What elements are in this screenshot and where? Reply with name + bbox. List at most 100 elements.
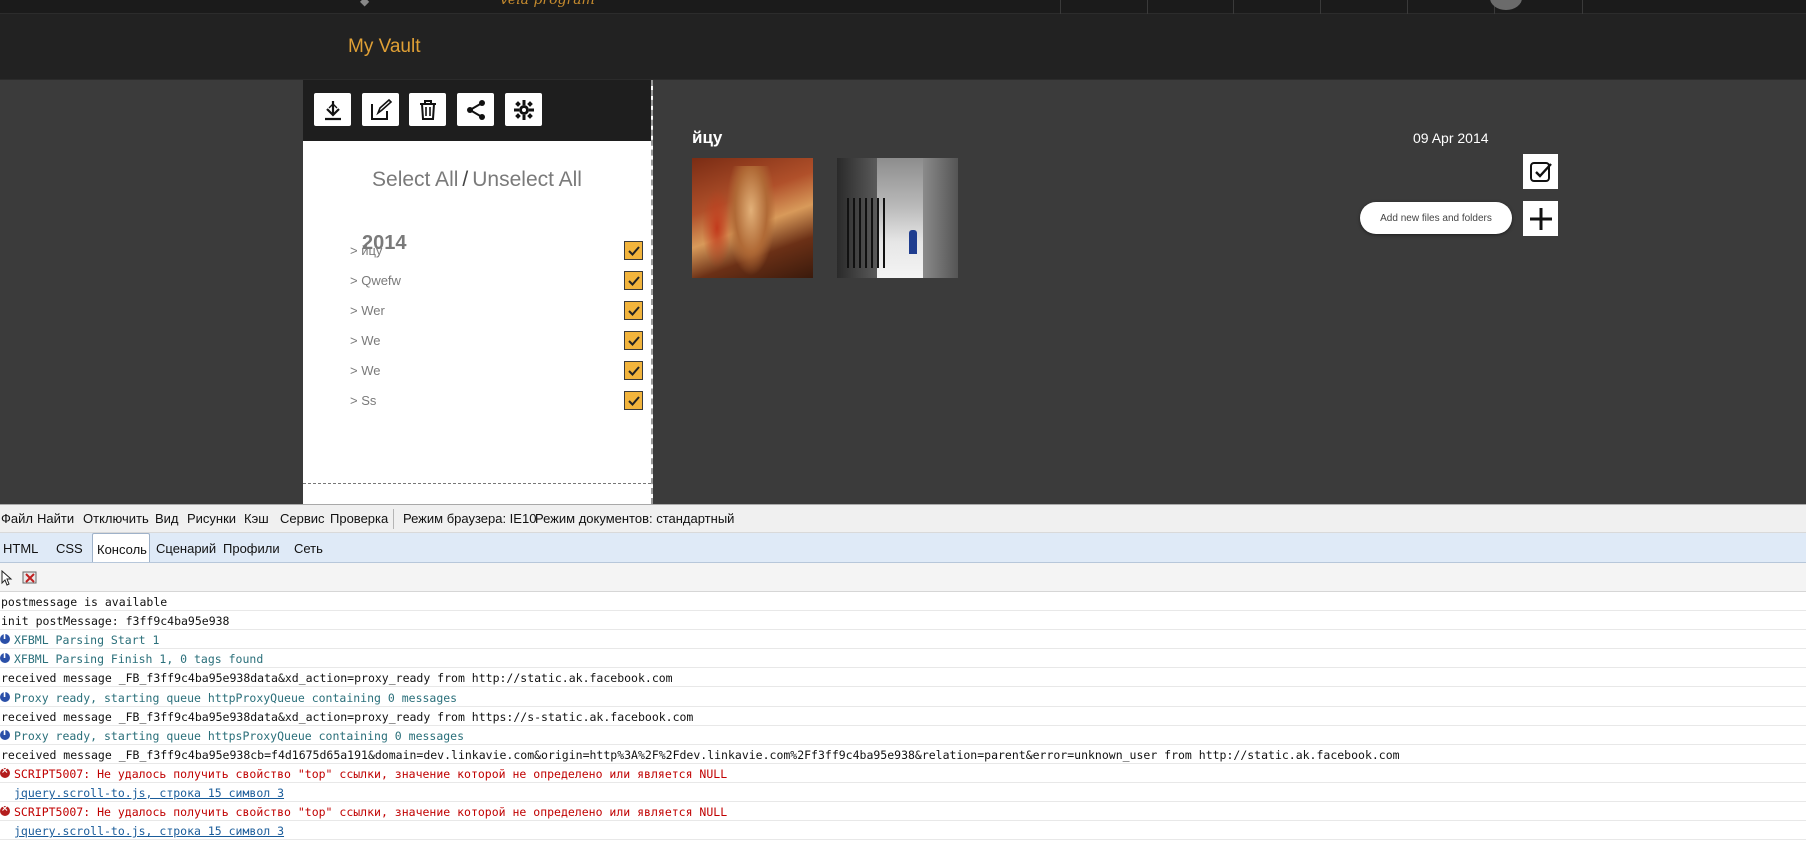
- photo-railing: [847, 198, 887, 268]
- folder-item[interactable]: > We: [350, 331, 643, 351]
- tab-css[interactable]: CSS: [52, 533, 88, 562]
- nav-divider: [1582, 0, 1583, 14]
- menu-validate[interactable]: Проверка: [330, 511, 388, 526]
- console-plain-message: received message _FB_f3ff9c4ba95e938data…: [0, 668, 1806, 688]
- nav-divider: [1407, 0, 1408, 14]
- edit-icon: [370, 98, 392, 120]
- folder-item[interactable]: > Qwefw: [350, 271, 643, 291]
- checkmark-icon: [627, 365, 640, 376]
- photo-wall: [923, 158, 958, 278]
- developer-tools-panel: Файл Найти Отключить Вид Рисунки Кэш Сер…: [0, 504, 1806, 859]
- nav-divider: [1060, 0, 1061, 14]
- page-title: My Vault: [348, 36, 421, 57]
- checkbox-check-icon: [1529, 161, 1552, 182]
- folder-label: > йцу: [350, 243, 383, 258]
- tab-html[interactable]: HTML: [1, 533, 43, 562]
- nav-divider: [1147, 0, 1148, 14]
- settings-button[interactable]: [505, 93, 542, 126]
- website-viewport: ◆ vela program My Vault Select All / Uns…: [0, 0, 1806, 504]
- unselect-all-link[interactable]: Unselect All: [472, 168, 582, 191]
- selection-separator: /: [462, 168, 469, 191]
- checkmark-icon: [627, 245, 640, 256]
- menu-cache[interactable]: Кэш: [244, 511, 269, 526]
- delete-button[interactable]: [409, 93, 446, 126]
- console-message-text: init postMessage: f3ff9c4ba95e938: [1, 614, 230, 629]
- selection-controls: Select All / Unselect All: [303, 168, 651, 192]
- console-message-text: postmessage is available: [1, 595, 168, 609]
- album-date: 09 Apr 2014: [1413, 130, 1489, 146]
- browser-mode-menu[interactable]: Режим браузера: IE10: [403, 511, 536, 526]
- console-message-text: received message _FB_f3ff9c4ba95e938cb=f…: [1, 747, 1400, 762]
- share-button[interactable]: [457, 93, 494, 126]
- console-message-text: Proxy ready, starting queue httpsProxyQu…: [14, 728, 465, 743]
- folder-label: > Qwefw: [350, 273, 401, 288]
- document-mode-menu[interactable]: Режим документов: стандартный: [535, 511, 734, 526]
- select-mode-button[interactable]: [1523, 154, 1558, 189]
- folder-label: > Wer: [350, 303, 385, 318]
- menu-divider: [393, 509, 394, 529]
- folder-item[interactable]: > Wer: [350, 301, 643, 321]
- console-info-message: Proxy ready, starting queue httpProxyQue…: [0, 688, 1806, 707]
- console-error-message: SCRIPT5007: Не удалось получить свойство…: [0, 802, 1806, 822]
- folder-checkbox[interactable]: [624, 361, 643, 380]
- plus-icon: [1529, 207, 1552, 230]
- tab-script[interactable]: Сценарий: [156, 533, 228, 562]
- menu-find[interactable]: Найти: [37, 511, 74, 526]
- album-view: йцу 09 Apr 2014 Add new files and folder…: [655, 80, 1806, 504]
- nav-chevron-icon[interactable]: ◆: [360, 0, 369, 8]
- tab-network[interactable]: Сеть: [294, 533, 324, 562]
- console-message-text: received message _FB_f3ff9c4ba95e938data…: [1, 709, 694, 724]
- console-message-text: XFBML Parsing Finish 1, 0 tags found: [14, 652, 264, 667]
- folder-label: > We: [350, 333, 381, 348]
- settings-icon: [513, 99, 534, 120]
- checkmark-icon: [627, 305, 640, 316]
- tab-profiles[interactable]: Профили: [223, 533, 285, 562]
- console-message-text: XFBML Parsing Start 1: [14, 633, 160, 648]
- console-plain-message: received message _FB_f3ff9c4ba95e938cb=f…: [0, 745, 1806, 764]
- console-message-text[interactable]: jquery.scroll-to.js, строка 15 символ 3: [14, 824, 284, 838]
- console-message-text: Proxy ready, starting queue httpProxyQue…: [14, 690, 458, 705]
- menu-tools[interactable]: Сервис: [280, 511, 325, 526]
- folder-checkbox[interactable]: [624, 391, 643, 410]
- photo-thumbnail[interactable]: [837, 158, 958, 278]
- console-plain-message: received message _FB_f3ff9c4ba95e938data…: [0, 707, 1806, 726]
- console-source-link[interactable]: jquery.scroll-to.js, строка 15 символ 3: [0, 783, 1806, 802]
- devtools-menu-bar: Файл Найти Отключить Вид Рисунки Кэш Сер…: [0, 505, 1806, 533]
- site-logo[interactable]: vela program: [500, 0, 595, 8]
- folder-label: > Ss: [350, 393, 377, 408]
- download-button[interactable]: [314, 93, 351, 126]
- folder-item[interactable]: > Ss: [350, 391, 643, 411]
- devtools-tabs: HTML CSS Консоль Сценарий Профили Сеть: [0, 533, 1806, 563]
- folder-label: > We: [350, 363, 381, 378]
- folder-checkbox[interactable]: [624, 331, 643, 350]
- trash-icon: [419, 99, 436, 120]
- select-all-link[interactable]: Select All: [372, 168, 458, 191]
- share-icon: [466, 99, 485, 120]
- folder-checkbox[interactable]: [624, 241, 643, 260]
- info-icon: [0, 632, 10, 645]
- console-output: postmessage is available init postMessage…: [0, 592, 1806, 859]
- console-message-text[interactable]: jquery.scroll-to.js, строка 15 символ 3: [14, 786, 284, 800]
- folder-item[interactable]: > We: [350, 361, 643, 381]
- menu-view[interactable]: Вид: [155, 511, 179, 526]
- menu-images[interactable]: Рисунки: [187, 511, 236, 526]
- photo-thumbnail[interactable]: [692, 158, 813, 278]
- album-title: йцу: [692, 128, 723, 147]
- action-toolbar: [303, 80, 651, 141]
- clear-console-icon[interactable]: [22, 570, 38, 586]
- console-message-text: SCRIPT5007: Не удалось получить свойство…: [14, 805, 728, 820]
- menu-file[interactable]: Файл: [1, 511, 33, 526]
- add-files-button[interactable]: [1523, 201, 1558, 236]
- menu-disable[interactable]: Отключить: [83, 511, 149, 526]
- console-error-message: SCRIPT5007: Не удалось получить свойство…: [0, 764, 1806, 783]
- console-info-message: Proxy ready, starting queue httpsProxyQu…: [0, 726, 1806, 745]
- tab-console[interactable]: Консоль: [92, 533, 150, 562]
- folder-checkbox[interactable]: [624, 271, 643, 290]
- folder-checkbox[interactable]: [624, 301, 643, 320]
- folder-item[interactable]: > йцу: [350, 241, 643, 261]
- console-source-link[interactable]: jquery.scroll-to.js, строка 15 символ 3: [0, 821, 1806, 841]
- select-element-icon[interactable]: [0, 570, 16, 586]
- top-navigation-bar: ◆ vela program: [0, 0, 1806, 14]
- panel-divider: [303, 483, 651, 484]
- edit-button[interactable]: [362, 93, 399, 126]
